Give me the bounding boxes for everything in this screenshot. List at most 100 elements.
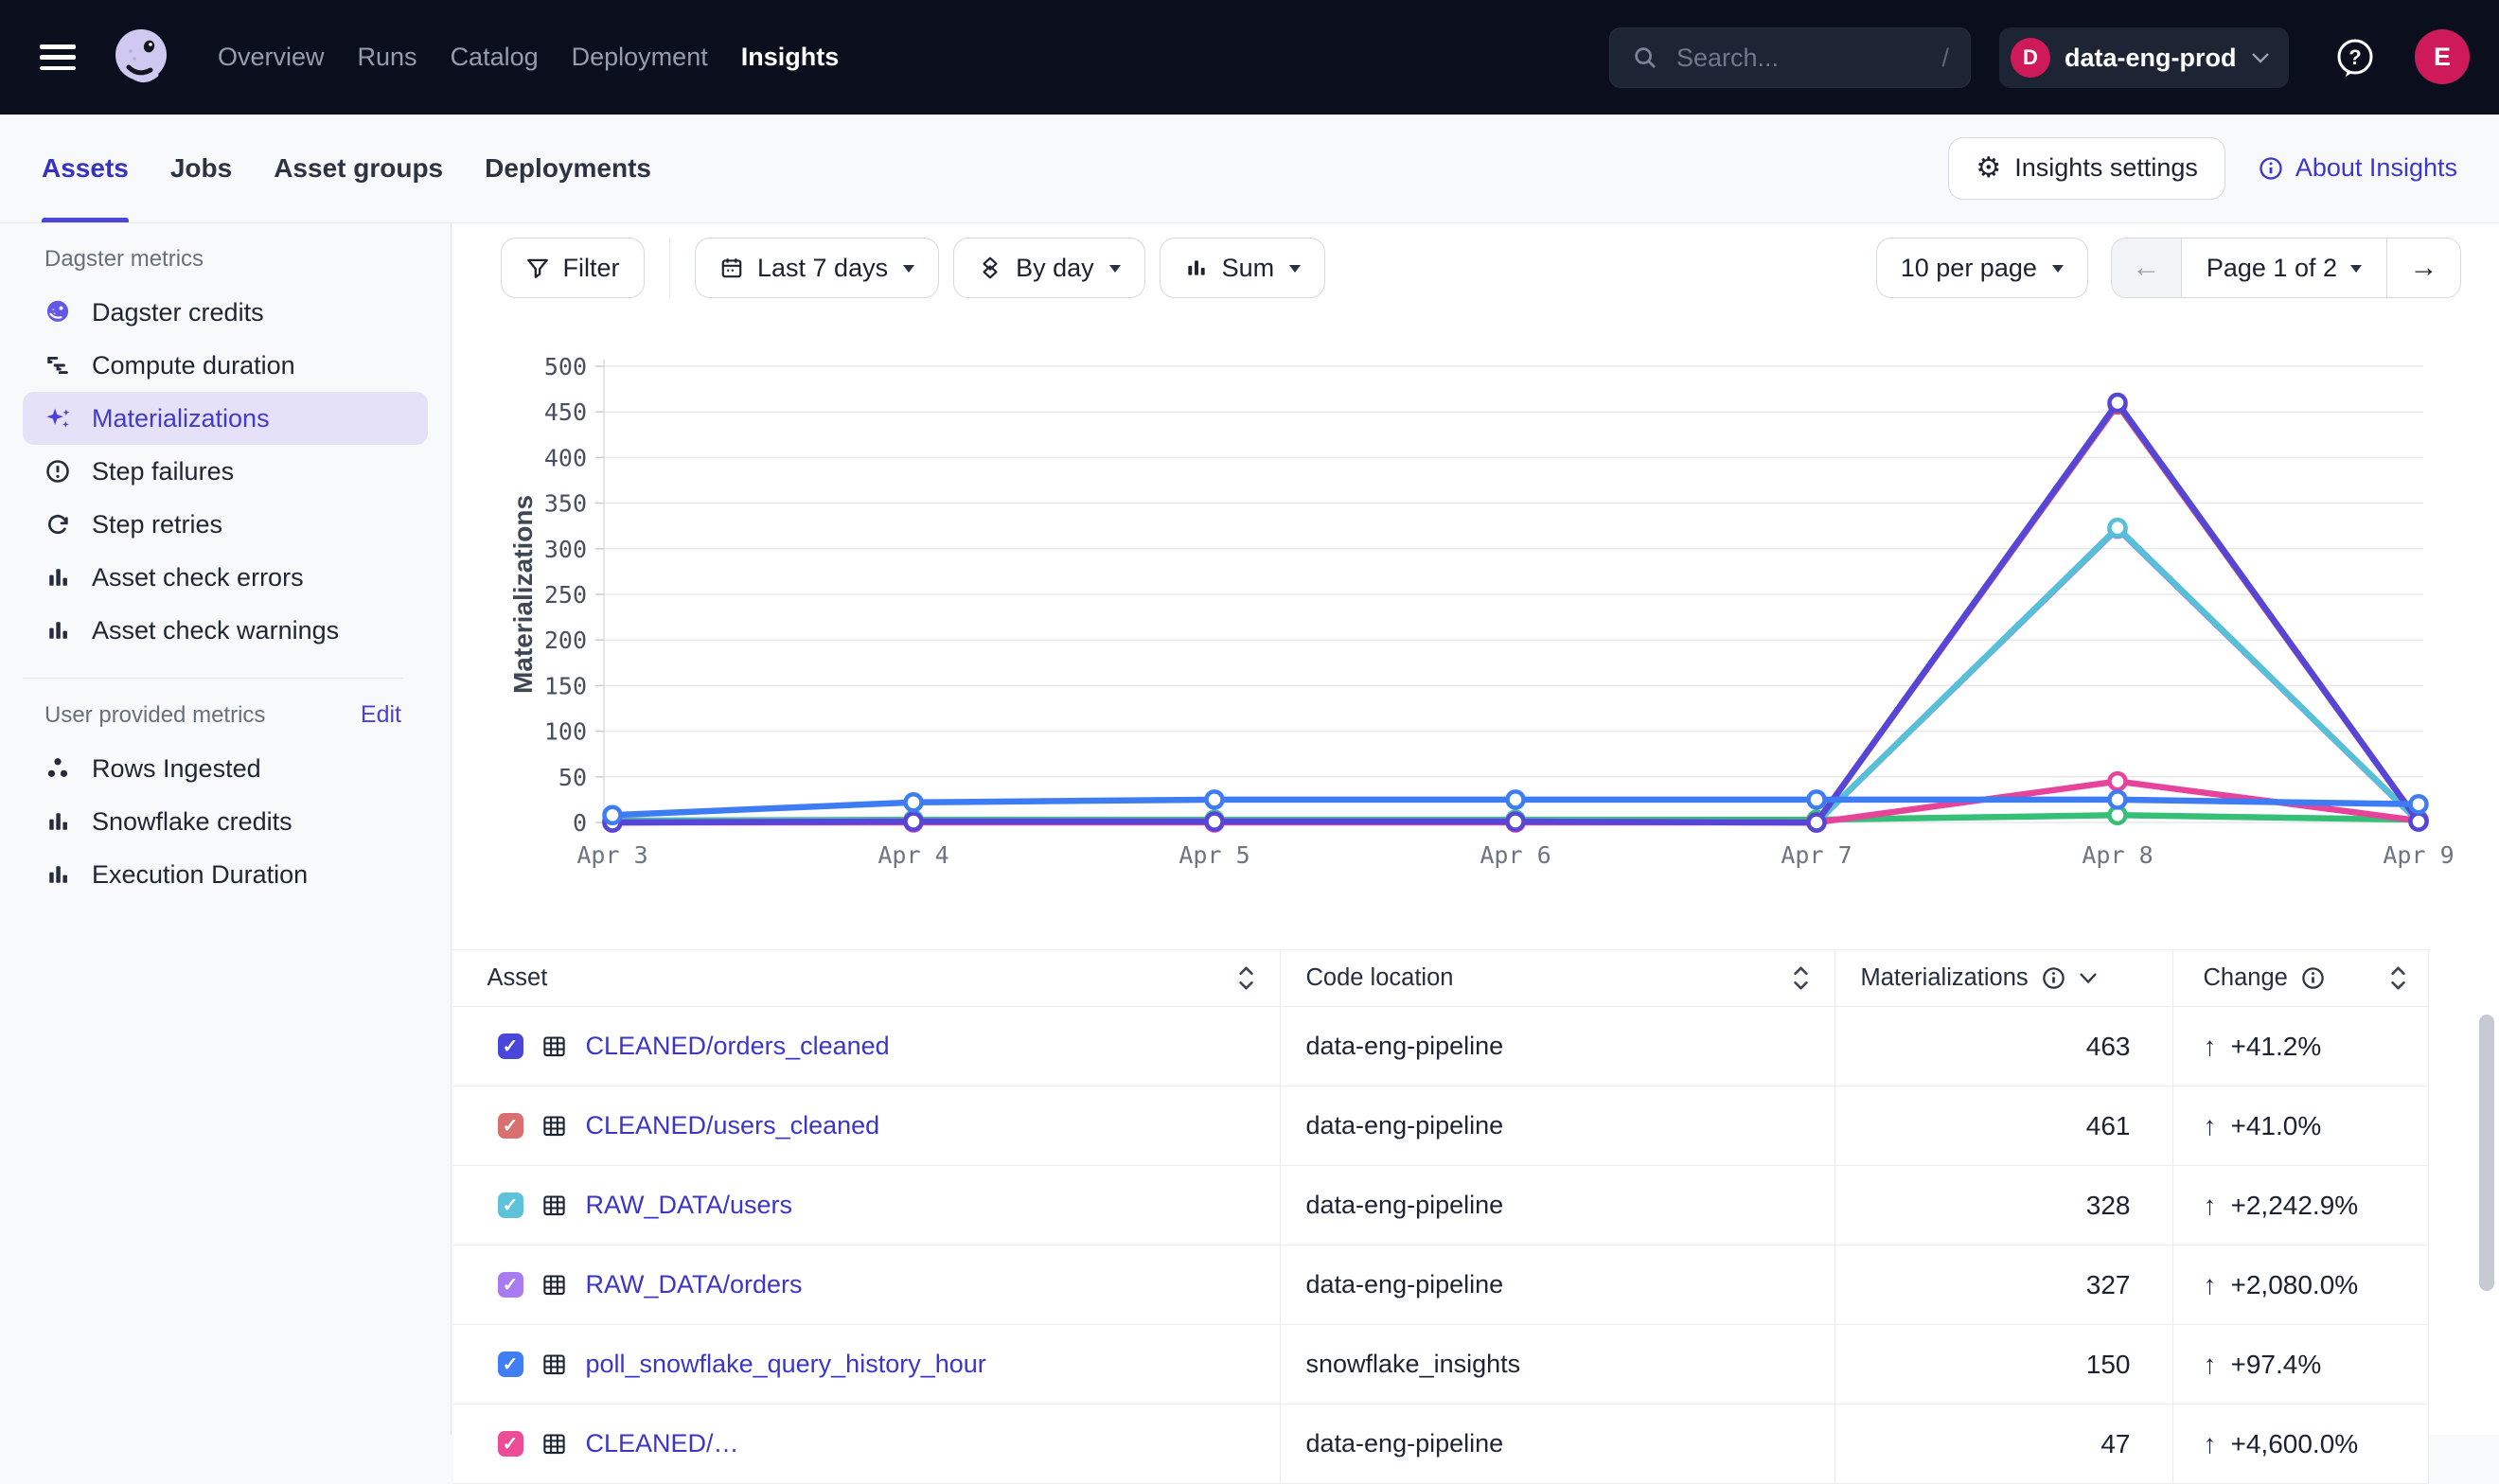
- bars-icon: [44, 564, 71, 591]
- sidebar-item-execution-duration[interactable]: Execution Duration: [23, 848, 428, 901]
- nav-item-insights[interactable]: Insights: [741, 43, 840, 72]
- y-tick-label: 200: [543, 627, 586, 654]
- data-point[interactable]: [1206, 791, 1222, 807]
- sidebar-item-snowflake-credits[interactable]: Snowflake credits: [23, 795, 428, 848]
- search-shortcut-hint: /: [1941, 44, 1949, 73]
- nav-item-overview[interactable]: Overview: [218, 43, 325, 72]
- asset-link[interactable]: RAW_DATA/users: [586, 1191, 793, 1220]
- series-line-raw-data-users[interactable]: [612, 528, 2419, 822]
- asset-link[interactable]: RAW_DATA/orders: [586, 1270, 803, 1299]
- menu-icon[interactable]: [40, 44, 76, 70]
- caret-down-icon: [903, 265, 914, 278]
- asset-link[interactable]: CLEANED/…: [586, 1429, 739, 1458]
- chevron-down-icon[interactable]: [2079, 972, 2098, 984]
- sidebar-item-asset-check-errors[interactable]: Asset check errors: [23, 551, 428, 604]
- per-page-button[interactable]: 10 per page: [1876, 238, 2088, 298]
- retry-icon: [44, 511, 71, 538]
- sidebar-item-compute-duration[interactable]: Compute duration: [23, 339, 428, 392]
- sort-icon[interactable]: [1792, 963, 1810, 993]
- series-checkbox[interactable]: ✓: [498, 1034, 523, 1059]
- data-point[interactable]: [1507, 791, 1523, 807]
- data-point[interactable]: [2109, 395, 2125, 411]
- nav-item-deployment[interactable]: Deployment: [572, 43, 708, 72]
- prev-page-button[interactable]: ←: [2112, 238, 2182, 297]
- series-checkbox[interactable]: ✓: [498, 1192, 523, 1218]
- data-point[interactable]: [1507, 814, 1523, 830]
- asset-link[interactable]: poll_snowflake_query_history_hour: [586, 1350, 986, 1379]
- sidebar-item-step-retries[interactable]: Step retries: [23, 498, 428, 551]
- nav-item-runs[interactable]: Runs: [358, 43, 417, 72]
- series-checkbox[interactable]: ✓: [498, 1272, 523, 1298]
- edit-metrics-link[interactable]: Edit: [361, 701, 401, 729]
- bars-icon: [44, 861, 71, 888]
- svg-text:?: ?: [2348, 45, 2361, 69]
- sidebar-item-label: Rows Ingested: [92, 754, 261, 784]
- col-location-label: Code location: [1306, 964, 1454, 992]
- series-line-cleaned-orders-cleaned[interactable]: [612, 403, 2419, 822]
- data-point[interactable]: [2109, 791, 2125, 807]
- next-page-button[interactable]: →: [2386, 238, 2460, 297]
- granularity-button[interactable]: By day: [953, 238, 1145, 298]
- x-tick-label: Apr 5: [1179, 841, 1250, 869]
- sidebar-item-asset-check-warnings[interactable]: Asset check warnings: [23, 604, 428, 657]
- sort-icon[interactable]: [1237, 963, 1255, 993]
- scrollbar-thumb[interactable]: [2479, 1015, 2494, 1291]
- sidebar-item-dagster-credits[interactable]: Dagster credits: [23, 286, 428, 339]
- data-point[interactable]: [1808, 791, 1824, 807]
- info-icon[interactable]: [2041, 965, 2066, 991]
- help-icon[interactable]: ?: [2334, 37, 2376, 79]
- data-point[interactable]: [2410, 796, 2426, 812]
- info-icon[interactable]: [2300, 965, 2326, 991]
- asset-link[interactable]: CLEANED/users_cleaned: [586, 1111, 880, 1140]
- dagster-logo-icon[interactable]: [110, 26, 172, 88]
- deployment-switcher[interactable]: D data-eng-prod: [1999, 27, 2289, 88]
- filter-button[interactable]: Filter: [501, 238, 645, 298]
- search-field[interactable]: [1675, 43, 1926, 74]
- x-tick-label: Apr 6: [1480, 841, 1551, 869]
- x-tick-label: Apr 3: [576, 841, 647, 869]
- user-avatar[interactable]: E: [2415, 29, 2470, 84]
- asset-link[interactable]: CLEANED/orders_cleaned: [586, 1032, 890, 1061]
- nav-item-catalog[interactable]: Catalog: [451, 43, 539, 72]
- alert-icon: [44, 458, 71, 485]
- series-checkbox[interactable]: ✓: [498, 1431, 523, 1457]
- date-range-button[interactable]: Last 7 days: [695, 238, 939, 298]
- sidebar-item-materializations[interactable]: Materializations: [23, 392, 428, 445]
- data-point[interactable]: [2109, 520, 2125, 536]
- data-point[interactable]: [2410, 814, 2426, 830]
- data-point[interactable]: [905, 814, 921, 830]
- tabs: Assets Jobs Asset groups Deployments: [42, 115, 651, 222]
- series-checkbox[interactable]: ✓: [498, 1113, 523, 1139]
- aggregation-button[interactable]: Sum: [1160, 238, 1326, 298]
- tab-assets[interactable]: Assets: [42, 115, 129, 222]
- table-asset-icon: [541, 1352, 568, 1377]
- data-point[interactable]: [1206, 814, 1222, 830]
- series-line-cleaned-users-cleaned[interactable]: [612, 404, 2419, 822]
- about-insights-link[interactable]: About Insights: [2258, 153, 2457, 183]
- tab-deployments[interactable]: Deployments: [485, 115, 651, 222]
- table-asset-icon: [541, 1431, 568, 1457]
- tab-jobs[interactable]: Jobs: [170, 115, 232, 222]
- data-point[interactable]: [604, 807, 620, 823]
- tab-asset-groups[interactable]: Asset groups: [274, 115, 443, 222]
- insights-settings-button[interactable]: ⚙ Insights settings: [1948, 137, 2225, 200]
- data-point[interactable]: [2109, 773, 2125, 789]
- about-insights-label: About Insights: [2295, 153, 2457, 183]
- sidebar-item-label: Asset check warnings: [92, 616, 339, 645]
- col-change-label: Change: [2204, 964, 2288, 992]
- table-asset-icon: [541, 1034, 568, 1059]
- deployment-badge: D: [2011, 38, 2050, 78]
- caret-down-icon: [2052, 265, 2064, 278]
- series-line-raw-data-orders[interactable]: [612, 529, 2419, 822]
- sidebar-item-step-failures[interactable]: Step failures: [23, 445, 428, 498]
- sidebar-item-rows-ingested[interactable]: Rows Ingested: [23, 742, 428, 795]
- search-input[interactable]: /: [1609, 27, 1971, 88]
- page-selector-button[interactable]: Page 1 of 2: [2182, 238, 2386, 297]
- x-tick-label: Apr 8: [2082, 841, 2153, 869]
- col-metric-label: Materializations: [1861, 964, 2029, 992]
- layers-icon: [978, 256, 1002, 280]
- data-point[interactable]: [1808, 815, 1824, 831]
- series-checkbox[interactable]: ✓: [498, 1352, 523, 1377]
- sort-icon[interactable]: [2389, 963, 2407, 993]
- data-point[interactable]: [905, 794, 921, 810]
